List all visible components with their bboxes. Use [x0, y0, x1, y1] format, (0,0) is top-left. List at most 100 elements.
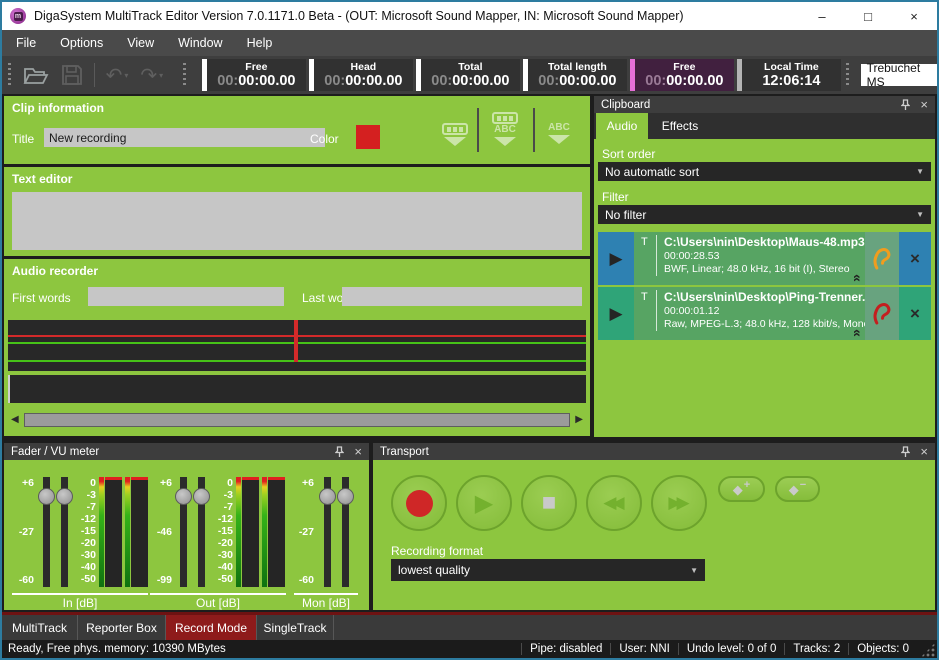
- minimize-button[interactable]: –: [799, 2, 845, 30]
- first-words-input[interactable]: [88, 287, 284, 306]
- maximize-button[interactable]: □: [845, 2, 891, 30]
- vu-meter-bar: [131, 477, 148, 587]
- clipboard-entry-2[interactable]: ▶ T C:\Users\nin\Desktop\Ping-Trenner.MP…: [598, 287, 931, 340]
- marker-text-dropdown-button[interactable]: ABC: [492, 112, 518, 146]
- play-button[interactable]: ▶: [456, 475, 512, 531]
- fader-thumb[interactable]: [337, 488, 354, 505]
- fader-bottom-label: -60: [290, 574, 314, 586]
- tab-singletrack[interactable]: SingleTrack: [257, 615, 334, 640]
- record-button[interactable]: [391, 475, 447, 531]
- clip-duration: 00:00:28.53: [664, 250, 863, 263]
- remove-clip-button[interactable]: ×: [899, 287, 931, 340]
- waveform-overview: [8, 375, 586, 403]
- save-icon: [61, 64, 83, 86]
- open-button[interactable]: [23, 64, 49, 86]
- pin-icon[interactable]: [335, 446, 344, 458]
- ear-icon: [873, 246, 892, 271]
- play-icon: ▶: [609, 249, 622, 269]
- resize-grip-icon[interactable]: [921, 643, 935, 657]
- collapse-icon[interactable]: «: [852, 329, 864, 337]
- fader-mid-label: -27: [290, 526, 314, 538]
- tab-audio[interactable]: Audio: [596, 113, 648, 139]
- fader-panel-header: Fader / VU meter ×: [4, 443, 369, 460]
- counter-strip: Free 00:00:00.00 Head 00:00:00.00 Total …: [202, 59, 844, 91]
- scrollbar-thumb[interactable]: [24, 413, 571, 427]
- waveform-display[interactable]: [8, 320, 586, 406]
- pin-icon[interactable]: [901, 446, 910, 458]
- ear-icon: [873, 301, 892, 326]
- counter-free-purple: Free 00:00:00.00: [630, 59, 734, 91]
- tab-multitrack[interactable]: MultiTrack: [2, 615, 78, 640]
- titlebar: m DigaSystem MultiTrack Editor Version 7…: [2, 2, 937, 30]
- clip-path: C:\Users\nin\Desktop\Ping-Trenner.MP3: [664, 290, 863, 305]
- toolbar: ↶ ▾ ↷ ▾ Free 00:00:00.00 Head 00:00:00.0…: [2, 56, 937, 94]
- prelisten-button[interactable]: [865, 287, 899, 340]
- play-clip-button[interactable]: ▶: [598, 287, 634, 340]
- fader-thumb[interactable]: [56, 488, 73, 505]
- stop-button[interactable]: ■: [521, 475, 577, 531]
- toolbar-separator: [94, 63, 95, 87]
- scroll-left-icon[interactable]: ◀: [11, 411, 19, 429]
- tab-effects[interactable]: Effects: [648, 113, 712, 139]
- vu-gradient-strip: [236, 477, 241, 587]
- filter-select[interactable]: No filter ▼: [598, 205, 931, 224]
- close-button[interactable]: ×: [891, 2, 937, 30]
- record-icon: [406, 490, 433, 517]
- fast-forward-button[interactable]: ▶▶: [651, 475, 707, 531]
- pin-icon[interactable]: [901, 99, 910, 111]
- panel-close-icon[interactable]: ×: [920, 98, 928, 111]
- stop-icon: ■: [542, 489, 557, 517]
- fader-thumb[interactable]: [193, 488, 210, 505]
- undo-button[interactable]: ↶ ▾: [106, 65, 129, 85]
- chevron-down-icon: ▼: [690, 566, 698, 575]
- collapse-icon[interactable]: «: [852, 274, 864, 282]
- color-swatch[interactable]: [356, 125, 380, 149]
- track-marker: T: [641, 236, 648, 248]
- text-dropdown-button[interactable]: ABC: [548, 122, 570, 144]
- playhead-cursor[interactable]: [294, 320, 298, 362]
- sort-order-select[interactable]: No automatic sort ▼: [598, 162, 931, 181]
- toolbar-grip2[interactable]: [183, 63, 186, 87]
- fader-thumb[interactable]: [38, 488, 55, 505]
- menu-window[interactable]: Window: [166, 30, 234, 56]
- recording-format-select[interactable]: lowest quality ▼: [391, 559, 705, 581]
- scroll-right-icon[interactable]: ▶: [575, 411, 583, 429]
- save-button[interactable]: [61, 64, 83, 86]
- marker-dropdown-button[interactable]: [442, 123, 468, 146]
- tab-record-mode[interactable]: Record Mode: [166, 615, 257, 640]
- play-clip-button[interactable]: ▶: [598, 232, 634, 285]
- toolbar-grip[interactable]: [8, 63, 11, 87]
- minimize-icon: –: [818, 9, 825, 24]
- panel-close-icon[interactable]: ×: [354, 445, 362, 458]
- panel-close-icon[interactable]: ×: [920, 445, 928, 458]
- text-editor-area[interactable]: [12, 192, 582, 250]
- maximize-icon: □: [864, 9, 872, 24]
- last-words-input[interactable]: [342, 287, 582, 306]
- remove-clip-button[interactable]: ×: [899, 232, 931, 285]
- play-icon: ▶: [475, 489, 493, 518]
- add-marker-button[interactable]: ◆+: [718, 476, 765, 502]
- toolbar-grip3[interactable]: [846, 63, 849, 87]
- menu-view[interactable]: View: [115, 30, 166, 56]
- menu-options[interactable]: Options: [48, 30, 115, 56]
- menu-help[interactable]: Help: [235, 30, 285, 56]
- fader-thumb[interactable]: [319, 488, 336, 505]
- rewind-button[interactable]: ◀◀: [586, 475, 642, 531]
- redo-button[interactable]: ↷ ▾: [140, 65, 163, 85]
- fader-bottom-label: -99: [148, 574, 172, 586]
- menu-file[interactable]: File: [4, 30, 48, 56]
- transport-panel-header: Transport ×: [373, 443, 935, 460]
- status-tracks: Tracks: 2: [784, 643, 848, 655]
- font-selector[interactable]: Trebuchet MS: [861, 64, 937, 86]
- prelisten-button[interactable]: [865, 232, 899, 285]
- clipboard-entry-1[interactable]: ▶ T C:\Users\nin\Desktop\Maus-48.mp3.wav…: [598, 232, 931, 285]
- fader-vu-meter-panel: Fader / VU meter × +6 -27 -60 0-3-7 -12-…: [4, 443, 369, 610]
- remove-marker-button[interactable]: ◆−: [775, 476, 820, 502]
- chevron-down-icon: ▼: [916, 210, 924, 219]
- waveform-scrollbar[interactable]: ◀ ▶: [8, 411, 586, 429]
- fader-thumb[interactable]: [175, 488, 192, 505]
- dropdown-triangle-icon: [494, 137, 516, 146]
- title-input[interactable]: [44, 128, 325, 147]
- status-undo-level: Undo level: 0 of 0: [678, 643, 785, 655]
- tab-reporter-box[interactable]: Reporter Box: [78, 615, 166, 640]
